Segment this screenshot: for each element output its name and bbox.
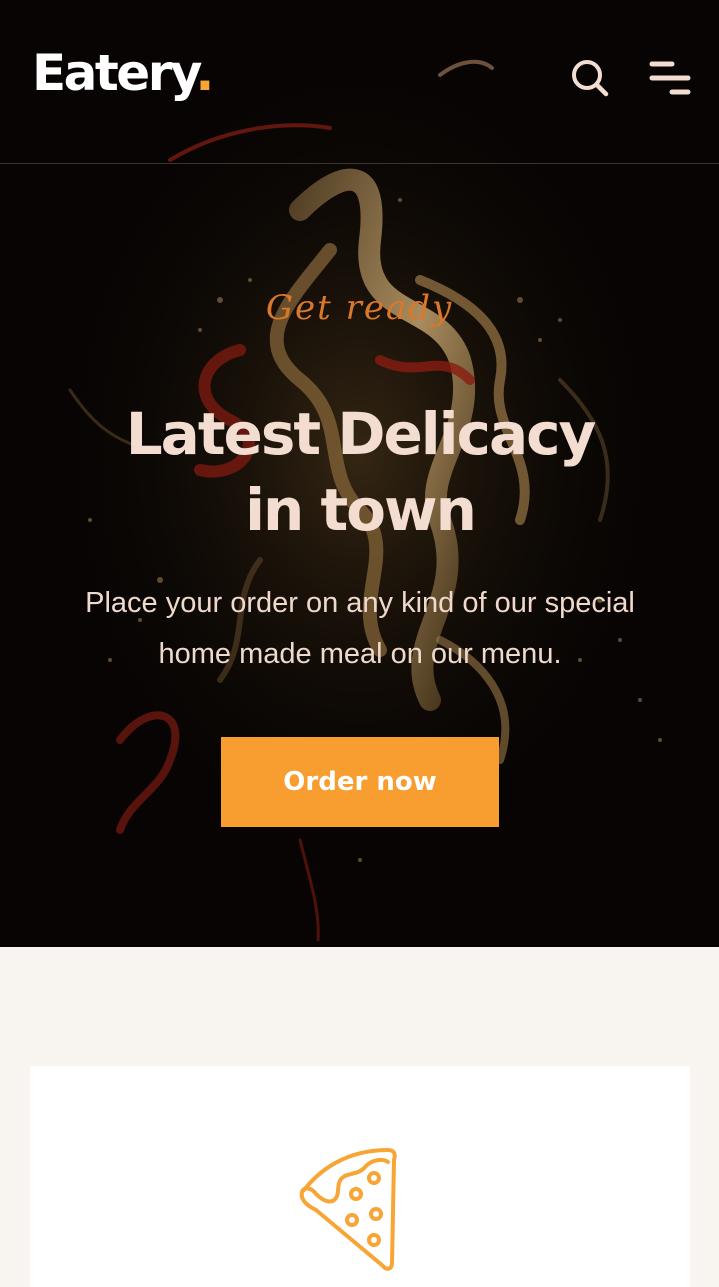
search-button[interactable] bbox=[570, 58, 610, 98]
menu-icon bbox=[649, 61, 691, 95]
hero-eyebrow: Get ready bbox=[265, 288, 454, 328]
hero-headline-line-2: in town bbox=[245, 476, 477, 544]
hero-description-line-1: Place your order on any kind of our spec… bbox=[85, 587, 635, 619]
site-header: Eatery. bbox=[0, 0, 719, 164]
brand-dot: . bbox=[195, 44, 214, 102]
hero-description: Place your order on any kind of our spec… bbox=[40, 578, 680, 680]
order-now-button[interactable]: Order now bbox=[221, 737, 499, 827]
brand-name: Eatery bbox=[32, 44, 198, 102]
search-icon bbox=[572, 60, 609, 97]
menu-button[interactable] bbox=[648, 58, 692, 98]
hero-headline-line-1: Latest Delicacy bbox=[125, 400, 597, 468]
pizza-slice-icon bbox=[299, 1148, 397, 1271]
hero-headline: Latest Delicacy in town bbox=[60, 396, 660, 548]
hero-description-line-2: home made meal on our menu. bbox=[158, 638, 562, 670]
brand-logo[interactable]: Eatery. bbox=[32, 48, 214, 98]
hero-section: Eatery. Get ready Latest Delicacy in tow… bbox=[0, 0, 719, 947]
